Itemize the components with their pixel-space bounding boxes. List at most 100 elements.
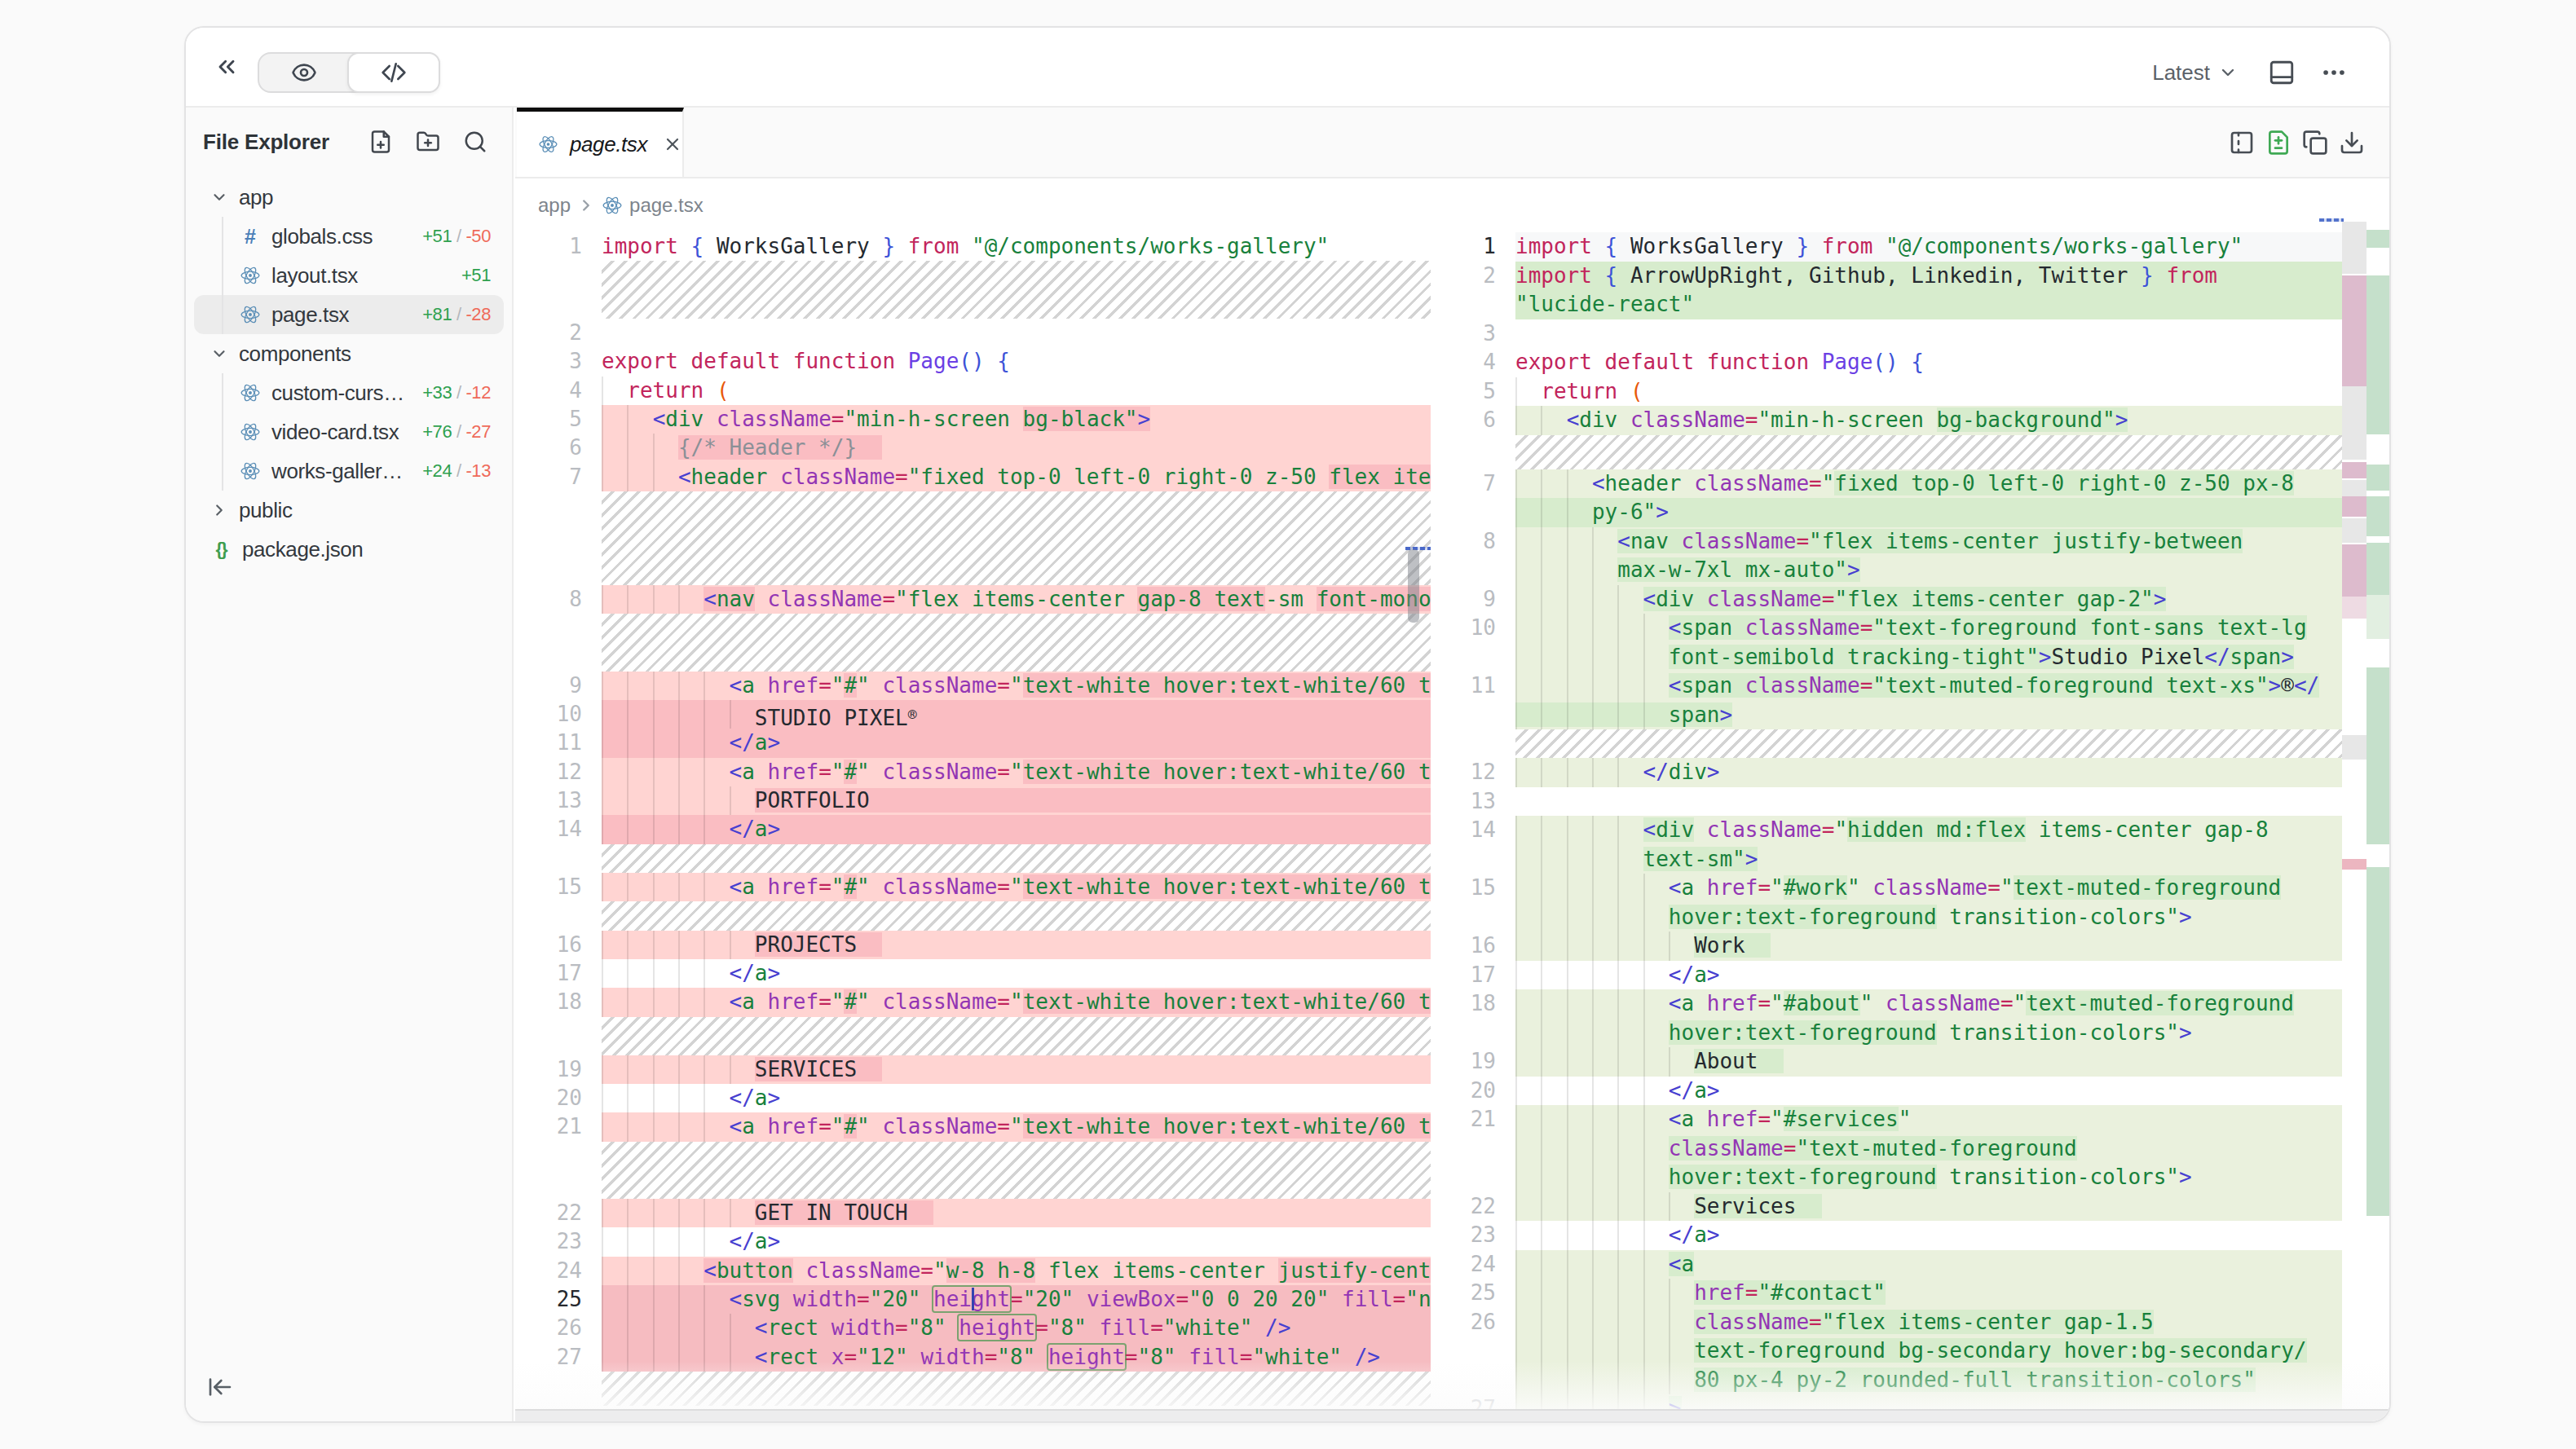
minimap-block — [2366, 543, 2391, 595]
code-row: 7 <header className="fixed top-0 left-0 … — [515, 463, 1431, 491]
search-button[interactable] — [461, 128, 489, 156]
collapse-sidebar-button[interactable] — [202, 1369, 238, 1405]
preview-toggle-button[interactable] — [259, 54, 349, 91]
tree-file-video-card.tsx[interactable]: video-card.tsx +76 / -27 — [194, 412, 504, 451]
chevron-right-icon — [577, 196, 595, 214]
minimap-block — [2366, 496, 2391, 536]
code-row: 2import { ArrowUpRight, Github, Linkedin… — [1432, 262, 2342, 291]
minimap-block — [2366, 465, 2391, 491]
tree-file-layout.tsx[interactable]: layout.tsx+51 — [194, 256, 504, 295]
code-row: 4export default function Page() { — [1432, 348, 2342, 377]
minimap-block — [2342, 518, 2366, 543]
minimap-block — [2342, 480, 2366, 496]
copy-button[interactable] — [2302, 130, 2328, 156]
tab-bar: page.tsx — [515, 108, 2389, 178]
folder-plus-icon — [416, 130, 440, 154]
diff-stats: +33 / -12 — [422, 382, 491, 403]
panel-bottom-button[interactable] — [2261, 51, 2303, 94]
file-label: page.tsx — [271, 302, 349, 328]
minimap-block — [2366, 230, 2391, 248]
chevron-down-icon — [210, 187, 229, 207]
diff-pane-old: 1import { WorksGallery } from "@/compone… — [515, 232, 1431, 1406]
chevrons-left-icon — [214, 54, 240, 80]
react-icon — [239, 303, 262, 326]
css-hash-icon: # — [239, 225, 262, 248]
code-row: hover:text-foreground transition-colors"… — [1432, 903, 2342, 932]
diff-filler-row — [515, 844, 1431, 873]
code-row: 26 <rect width="8" height="8" fill="whit… — [515, 1314, 1431, 1342]
code-row: 18 <a href="#" className="text-white hov… — [515, 988, 1431, 1016]
code-row: 5 <div className="min-h-screen bg-black"… — [515, 405, 1431, 434]
version-dropdown[interactable]: Latest — [2152, 60, 2238, 86]
code-row: 3 — [1432, 319, 2342, 349]
code-row: py-6"> — [1432, 498, 2342, 527]
code-row: 18 <a href="#about" className="text-mute… — [1432, 989, 2342, 1019]
code-row: 9 <a href="#" className="text-white hove… — [515, 672, 1431, 700]
code-row: 17 </a> — [1432, 961, 2342, 990]
code-row: 16 Work — [1432, 932, 2342, 961]
react-icon — [602, 195, 623, 216]
diff-filler-row — [515, 614, 1431, 672]
code-row: 21 <a href="#services" — [1432, 1105, 2342, 1134]
view-mode-toggle — [258, 52, 440, 93]
code-row: font-semibold tracking-tight">Studio Pix… — [1432, 643, 2342, 672]
breadcrumb-folder[interactable]: app — [538, 194, 571, 217]
copy-icon — [2302, 130, 2328, 156]
code-row: 15 <a href="#work" className="text-muted… — [1432, 874, 2342, 903]
minimap-block — [2366, 667, 2391, 844]
breadcrumb-file[interactable]: page.tsx — [629, 194, 704, 217]
file-plus-icon — [368, 130, 393, 154]
diff-stats: +76 / -27 — [422, 421, 491, 443]
diff-file-button[interactable] — [2265, 130, 2291, 156]
code-row: 1import { WorksGallery } from "@/compone… — [515, 232, 1431, 261]
tree-folder-components[interactable]: components — [194, 334, 504, 373]
breadcrumb: app page.tsx — [515, 178, 2389, 232]
tree-file-package.json[interactable]: {}package.json — [194, 530, 504, 569]
collapse-panel-button[interactable] — [209, 49, 245, 85]
more-options-button[interactable] — [2313, 51, 2355, 94]
tree-file-page.tsx[interactable]: page.tsx+81 / -28 — [194, 295, 504, 334]
tab-close-button[interactable] — [662, 133, 682, 156]
diff-stats: +51 — [461, 265, 491, 286]
chevron-right-icon — [210, 500, 229, 520]
code-toggle-button[interactable] — [347, 52, 440, 93]
tree-folder-app[interactable]: app — [194, 178, 504, 217]
tab-page-tsx[interactable]: page.tsx — [517, 108, 684, 177]
code-row: 7 <header className="fixed top-0 left-0 … — [1432, 469, 2342, 499]
code-row: 6 {/* Header */} — [515, 434, 1431, 462]
horizontal-scrollbar[interactable] — [515, 1409, 2389, 1421]
new-folder-button[interactable] — [414, 128, 442, 156]
download-button[interactable] — [2339, 130, 2365, 156]
code-row: 25 <svg width="20" height="20" viewBox="… — [515, 1285, 1431, 1314]
file-label: app — [239, 185, 273, 210]
minimap-block — [2342, 222, 2366, 274]
tree-folder-public[interactable]: public — [194, 491, 504, 530]
minimap-block — [2366, 867, 2391, 1216]
left-pane-scrollbar[interactable] — [1408, 549, 1419, 623]
minimap-block — [2366, 595, 2391, 639]
diff-minimap[interactable] — [2342, 217, 2391, 1413]
file-label: public — [239, 498, 293, 523]
diff-filler-row — [515, 491, 1431, 585]
code-row: 8 <nav className="flex items-center gap-… — [515, 585, 1431, 614]
tree-file-custom-curs-[interactable]: custom-curs…+33 / -12 — [194, 373, 504, 412]
code-row: 24 <button className="w-8 h-8 flex items… — [515, 1257, 1431, 1285]
code-row: 5 return ( — [1432, 377, 2342, 407]
minimap-block — [2342, 735, 2366, 760]
code-row: 3export default function Page() { — [515, 347, 1431, 376]
new-file-button[interactable] — [367, 128, 395, 156]
file-label: works-galler… — [271, 459, 403, 484]
file-label: video-card.tsx — [271, 420, 399, 445]
react-icon — [239, 264, 262, 287]
code-row: 8 <nav className="flex items-center just… — [1432, 527, 2342, 557]
code-row: 17 </a> — [515, 959, 1431, 988]
split-editor-button[interactable] — [2229, 130, 2255, 156]
diff-stats: +51 / -50 — [422, 226, 491, 247]
code-row: 26 className="flex items-center gap-1.5 — [1432, 1308, 2342, 1337]
code-row: 24 <a — [1432, 1250, 2342, 1279]
tree-file-globals.css[interactable]: #globals.css+51 / -50 — [194, 217, 504, 256]
code-row: className="text-muted-foreground — [1432, 1134, 2342, 1164]
tree-file-works-galler-[interactable]: works-galler…+24 / -13 — [194, 451, 504, 491]
diff-filler-row — [1432, 729, 2342, 758]
app-window: Latest File Explorer app#globals.css+51 … — [184, 26, 2391, 1423]
